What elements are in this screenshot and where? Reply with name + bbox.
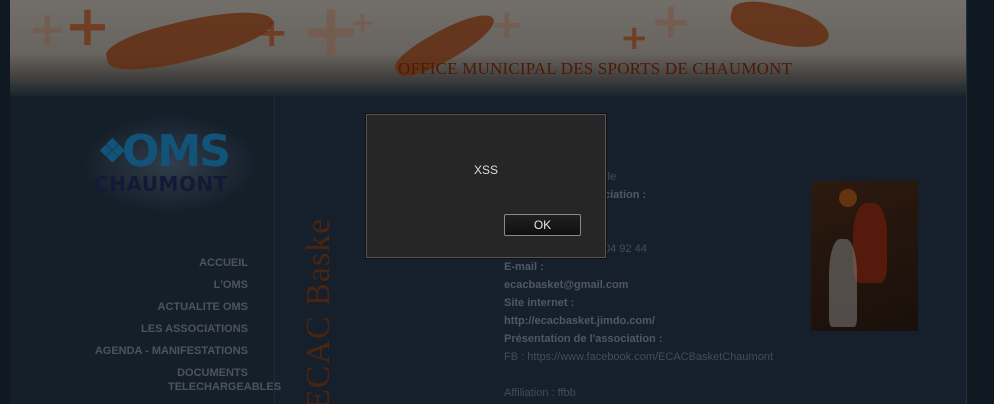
alert-message: XSS xyxy=(473,163,498,177)
alert-dialog: XSS OK xyxy=(366,114,606,258)
ok-button[interactable]: OK xyxy=(504,214,581,236)
